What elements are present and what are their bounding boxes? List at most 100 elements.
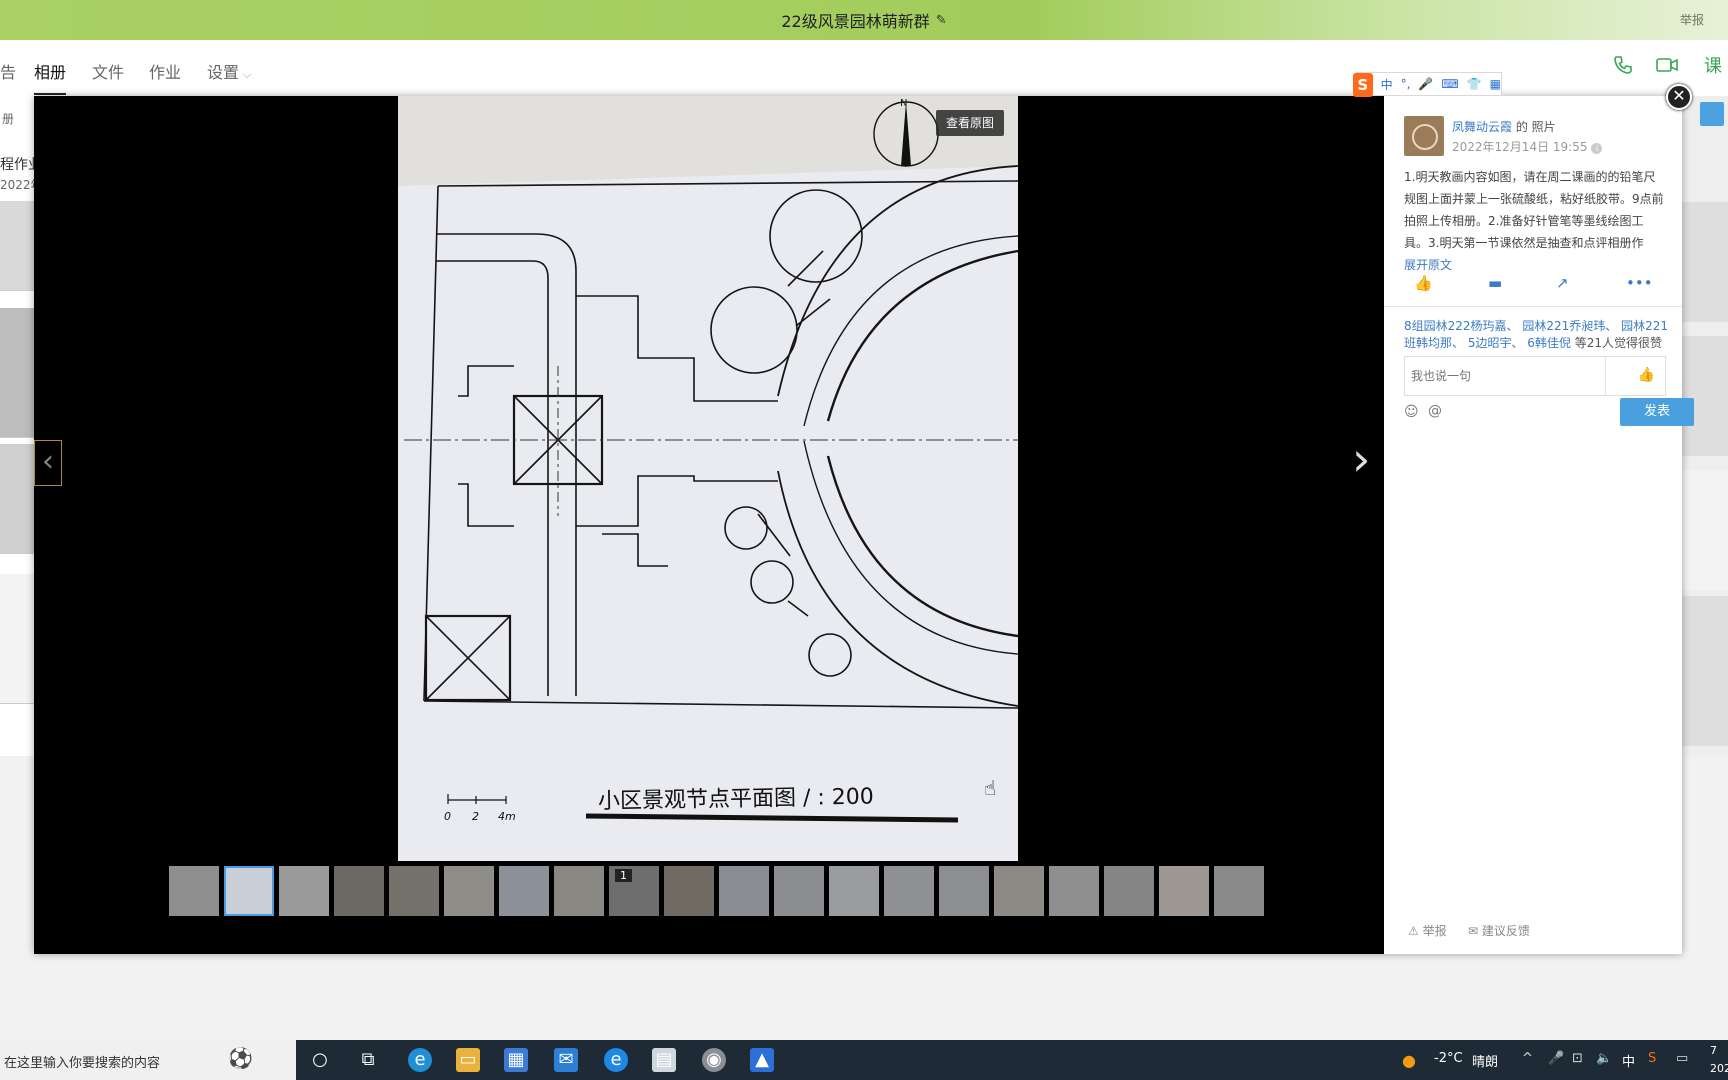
weather-icon[interactable]: ● [1402, 1051, 1416, 1070]
filmstrip-thumbnail[interactable] [829, 866, 879, 916]
upload-photo-icon[interactable] [1700, 102, 1724, 126]
tab-settings[interactable]: 设置 ⌵ [207, 59, 251, 83]
feedback-label: 建议反馈 [1481, 924, 1530, 938]
store-icon[interactable]: ▦ [504, 1048, 528, 1072]
tab-homework[interactable]: 作业 [149, 59, 181, 83]
filmstrip-thumbnail[interactable] [1104, 866, 1154, 916]
emoji-icon[interactable]: ☺ [1404, 404, 1419, 420]
background-thumbnail[interactable] [1682, 202, 1728, 322]
ie-browser-icon[interactable]: e [604, 1048, 628, 1072]
course-icon[interactable]: 课 [1700, 54, 1726, 80]
document-app-icon[interactable]: ▤ [652, 1048, 676, 1072]
ime-skin-icon[interactable]: 👕 [1467, 77, 1482, 91]
expand-description-link[interactable]: 展开原文 [1404, 256, 1452, 273]
ime-language-indicator[interactable]: 中 [1622, 1051, 1635, 1070]
cortana-icon[interactable]: ○ [308, 1048, 332, 1072]
filmstrip-thumbnail[interactable] [1159, 866, 1209, 916]
comment-icon[interactable]: ▬ [1488, 274, 1502, 292]
tab-album[interactable]: 相册 [34, 59, 67, 95]
info-icon[interactable]: i [1591, 143, 1603, 154]
left-label-year: 2022年 [0, 178, 34, 192]
background-thumbnail[interactable] [0, 444, 34, 554]
uploader-name-text[interactable]: 凤舞动云霞 [1452, 120, 1512, 134]
phone-icon[interactable] [1610, 54, 1636, 80]
edit-title-icon[interactable]: ✎ [936, 13, 947, 28]
filmstrip-thumbnail[interactable] [554, 866, 604, 916]
previous-photo-button[interactable]: ‹ [34, 440, 62, 486]
mail-icon[interactable]: ✉ [554, 1048, 578, 1072]
drawing-title: 小区景观节点平面图 / : 200 [598, 784, 874, 814]
speaker-icon[interactable]: 🔈 [1596, 1051, 1612, 1066]
filmstrip-thumbnail[interactable] [884, 866, 934, 916]
left-label-folder: 程作业 [0, 157, 34, 173]
microphone-icon[interactable]: 🎤 [1548, 1051, 1564, 1066]
ime-chinese-mode[interactable]: 中 [1381, 76, 1393, 93]
filmstrip-thumbnail[interactable] [279, 866, 329, 916]
filmstrip-thumbnail[interactable] [774, 866, 824, 916]
ime-punctuation-icon[interactable]: °, [1401, 77, 1411, 91]
upload-time-text: 2022年12月14日 19:55 [1452, 140, 1588, 154]
group-title: 22级风景园林萌新群 [781, 12, 930, 31]
tab-files[interactable]: 文件 [92, 59, 124, 83]
filmstrip-thumbnail[interactable] [1049, 866, 1099, 916]
qq-app-icon[interactable]: ▲ [750, 1048, 774, 1072]
network-icon[interactable]: ⊡ [1572, 1051, 1583, 1066]
next-photo-button[interactable]: › [1352, 432, 1370, 486]
filmstrip-thumbnail[interactable] [224, 866, 274, 916]
uploader-name[interactable]: 凤舞动云霞 的 照片 [1452, 118, 1556, 135]
tab-announcement[interactable]: 告 [0, 59, 16, 83]
media-app-icon[interactable]: ◉ [702, 1048, 726, 1072]
background-thumbnail[interactable] [0, 308, 34, 438]
background-thumbnail[interactable] [1682, 336, 1728, 456]
filmstrip-thumbnail[interactable]: 1 [609, 866, 659, 916]
photo-main-image[interactable]: N 0 2 4m 小区景观节点平面图 / : 200 [398, 96, 1018, 861]
publish-button[interactable]: 发表 [1620, 398, 1694, 426]
like-icon[interactable]: 👍 [1414, 274, 1433, 292]
task-view-icon[interactable]: ⧉ [356, 1048, 380, 1072]
background-thumbnail[interactable] [0, 201, 34, 291]
photo-info-panel: 凤舞动云霞 的 照片 2022年12月14日 19:55 i 1.明天教画内容如图… [1384, 96, 1694, 954]
close-viewer-button[interactable]: ✕ [1666, 84, 1692, 110]
taskbar-clock[interactable]: 7 2022 [1710, 1042, 1728, 1078]
video-icon[interactable] [1654, 54, 1680, 80]
background-thumbnail[interactable] [0, 574, 34, 704]
report-link[interactable]: 举报 [1680, 11, 1704, 28]
taskbar-search-text[interactable]: 在这里输入你要搜索的内容 [4, 1052, 160, 1071]
filmstrip-thumbnail[interactable] [499, 866, 549, 916]
mention-icon[interactable]: @ [1428, 403, 1442, 419]
sogou-tray-icon[interactable]: S [1648, 1051, 1656, 1066]
report-button[interactable]: ⚠ 举报 [1408, 922, 1447, 939]
edge-browser-icon[interactable]: e [408, 1048, 432, 1072]
avatar[interactable] [1404, 116, 1444, 156]
filmstrip-thumbnail[interactable] [169, 866, 219, 916]
photo-actions: 👍 ▬ ↗ ••• [1404, 274, 1666, 302]
more-icon[interactable]: ••• [1626, 274, 1653, 292]
comment-input[interactable] [1405, 357, 1605, 395]
sogou-logo-icon[interactable]: S [1353, 73, 1373, 97]
clock-time: 7 [1710, 1044, 1717, 1057]
ime-toolbox-icon[interactable]: ▦ [1490, 77, 1501, 91]
filmstrip-thumbnail[interactable] [719, 866, 769, 916]
photo-filmstrip: 1 [169, 866, 1264, 918]
like-hand-icon[interactable]: 👍 [1638, 367, 1655, 383]
share-icon[interactable]: ↗ [1556, 274, 1569, 292]
background-thumbnail[interactable] [1682, 470, 1728, 590]
weather-temp[interactable]: -2°C [1434, 1051, 1463, 1066]
file-explorer-icon[interactable]: ▭ [456, 1048, 480, 1072]
filmstrip-thumbnail[interactable] [939, 866, 989, 916]
weather-desc[interactable]: 晴朗 [1472, 1051, 1498, 1070]
background-thumbnail[interactable] [1682, 596, 1728, 746]
filmstrip-thumbnail[interactable] [1214, 866, 1264, 916]
filmstrip-thumbnail[interactable] [334, 866, 384, 916]
tray-expand-icon[interactable]: ^ [1522, 1051, 1533, 1066]
taskbar-search[interactable]: 在这里输入你要搜索的内容 ⚽ [0, 1040, 296, 1080]
filmstrip-thumbnail[interactable] [389, 866, 439, 916]
ime-voice-icon[interactable]: 🎤 [1418, 77, 1433, 91]
filmstrip-thumbnail[interactable] [664, 866, 714, 916]
feedback-button[interactable]: ✉ 建议反馈 [1468, 922, 1530, 939]
filmstrip-thumbnail[interactable] [994, 866, 1044, 916]
view-original-button[interactable]: 查看原图 [936, 110, 1005, 136]
notification-icon[interactable]: ▭ [1676, 1051, 1688, 1066]
filmstrip-thumbnail[interactable] [444, 866, 494, 916]
ime-keyboard-icon[interactable]: ⌨ [1441, 77, 1458, 91]
